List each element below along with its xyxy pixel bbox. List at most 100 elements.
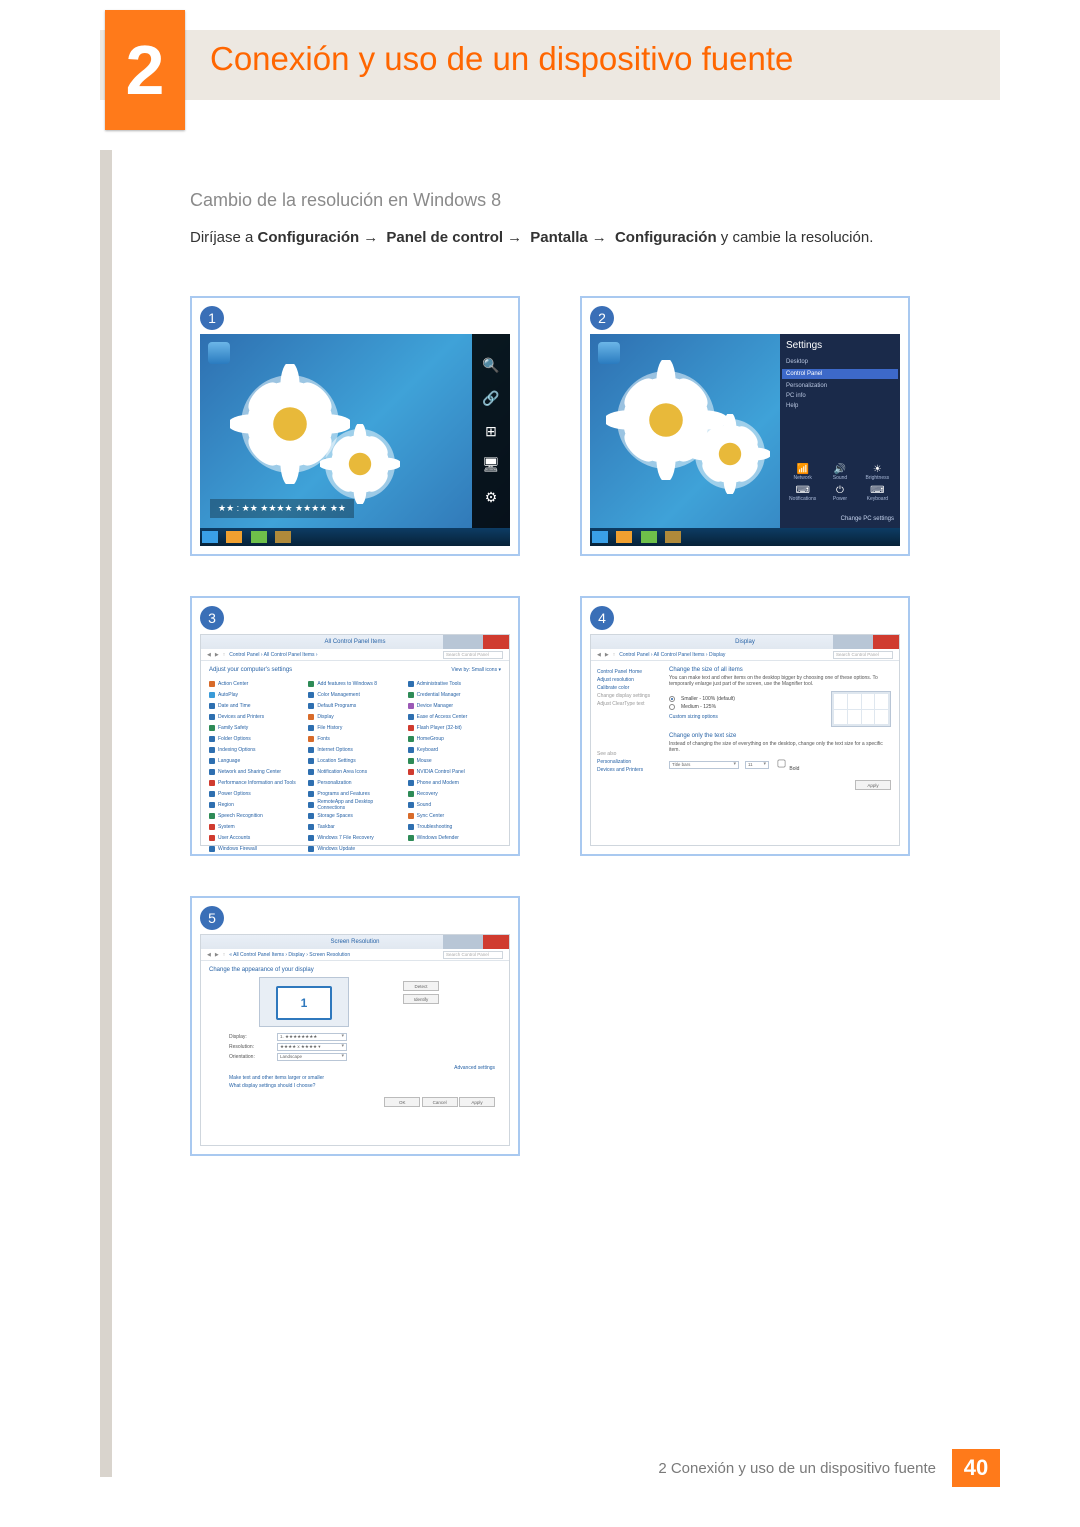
- share-icon[interactable]: 🔗: [482, 390, 499, 407]
- control-panel-item[interactable]: Internet Options: [308, 745, 401, 754]
- identify-button[interactable]: Identify: [403, 994, 439, 1004]
- field-dropdown[interactable]: ★★★★ x ★★★★ ▾: [277, 1043, 347, 1051]
- settings-quick-icon[interactable]: 📶Network: [786, 464, 819, 481]
- what-settings-link[interactable]: What display settings should I choose?: [229, 1083, 501, 1089]
- control-panel-item[interactable]: Phone and Modem: [408, 778, 501, 787]
- up-icon[interactable]: ↑: [223, 652, 226, 658]
- forward-icon[interactable]: ▶: [215, 952, 219, 958]
- search-input[interactable]: Search Control Panel: [833, 651, 893, 659]
- control-panel-item[interactable]: Windows Defender: [408, 833, 501, 842]
- control-panel-item[interactable]: Language: [209, 756, 302, 765]
- leftnav-link[interactable]: Adjust resolution: [597, 677, 655, 683]
- taskbar-explorer-icon[interactable]: [616, 531, 632, 543]
- control-panel-item[interactable]: Date and Time: [209, 701, 302, 710]
- forward-icon[interactable]: ▶: [605, 652, 609, 658]
- control-panel-item[interactable]: Notification Area Icons: [308, 767, 401, 776]
- ok-button[interactable]: OK: [384, 1097, 420, 1107]
- control-panel-item[interactable]: Device Manager: [408, 701, 501, 710]
- control-panel-item[interactable]: Fonts: [308, 734, 401, 743]
- control-panel-item[interactable]: Taskbar: [308, 822, 401, 831]
- control-panel-item[interactable]: Sync Center: [408, 811, 501, 820]
- advanced-settings-link[interactable]: Advanced settings: [209, 1065, 495, 1071]
- control-panel-item[interactable]: Performance Information and Tools: [209, 778, 302, 787]
- search-input[interactable]: Search Control Panel: [443, 651, 503, 659]
- taskbar-app-icon[interactable]: [275, 531, 291, 543]
- settings-quick-icon[interactable]: ⌨Keyboard: [861, 485, 894, 502]
- control-panel-item[interactable]: Devices and Printers: [209, 712, 302, 721]
- control-panel-item[interactable]: Region: [209, 800, 302, 809]
- forward-icon[interactable]: ▶: [215, 652, 219, 658]
- cancel-button[interactable]: Cancel: [422, 1097, 458, 1107]
- start-icon[interactable]: ⊞: [485, 423, 497, 440]
- control-panel-item[interactable]: Windows 7 File Recovery: [308, 833, 401, 842]
- apply-button[interactable]: Apply: [855, 780, 891, 790]
- control-panel-item[interactable]: File History: [308, 723, 401, 732]
- see-also-link[interactable]: Devices and Printers: [597, 767, 655, 773]
- control-panel-item[interactable]: HomeGroup: [408, 734, 501, 743]
- item-dropdown[interactable]: Title bars: [669, 761, 739, 769]
- devices-icon[interactable]: 🖥: [482, 456, 500, 473]
- minmax-buttons[interactable]: [443, 935, 483, 949]
- control-panel-item[interactable]: Keyboard: [408, 745, 501, 754]
- control-panel-item[interactable]: Network and Sharing Center: [209, 767, 302, 776]
- settings-panel-item[interactable]: Help: [786, 401, 894, 411]
- control-panel-item[interactable]: Mouse: [408, 756, 501, 765]
- control-panel-item[interactable]: AutoPlay: [209, 690, 302, 699]
- settings-quick-icon[interactable]: ☀Brightness: [861, 464, 894, 481]
- control-panel-item[interactable]: Programs and Features: [308, 789, 401, 798]
- taskbar-app-icon[interactable]: [251, 531, 267, 543]
- taskbar-app-icon[interactable]: [641, 531, 657, 543]
- control-panel-item[interactable]: Windows Update: [308, 844, 401, 853]
- close-button[interactable]: [483, 635, 509, 649]
- up-icon[interactable]: ↑: [613, 652, 616, 658]
- taskbar-app-icon[interactable]: [665, 531, 681, 543]
- settings-icon[interactable]: ⚙: [485, 489, 498, 506]
- control-panel-item[interactable]: Windows Firewall: [209, 844, 302, 853]
- minmax-buttons[interactable]: [833, 635, 873, 649]
- size-dropdown[interactable]: 11: [745, 761, 769, 769]
- control-panel-item[interactable]: User Accounts: [209, 833, 302, 842]
- custom-sizing-link[interactable]: Custom sizing options: [669, 714, 718, 720]
- control-panel-item[interactable]: Storage Spaces: [308, 811, 401, 820]
- back-icon[interactable]: ◀: [207, 652, 211, 658]
- control-panel-item[interactable]: Indexing Options: [209, 745, 302, 754]
- control-panel-item[interactable]: Personalization: [308, 778, 401, 787]
- bold-checkbox[interactable]: [778, 760, 786, 768]
- make-text-larger-link[interactable]: Make text and other items larger or smal…: [229, 1075, 501, 1081]
- control-panel-item[interactable]: Credential Manager: [408, 690, 501, 699]
- radio-medium[interactable]: [669, 704, 675, 710]
- settings-quick-icon[interactable]: 🔊Sound: [823, 464, 856, 481]
- radio-smaller[interactable]: [669, 696, 675, 702]
- breadcrumb-path[interactable]: Control Panel › All Control Panel Items …: [229, 652, 317, 658]
- control-panel-item[interactable]: Location Settings: [308, 756, 401, 765]
- control-panel-item[interactable]: RemoteApp and Desktop Connections: [308, 800, 401, 809]
- settings-panel-item[interactable]: Control Panel: [782, 369, 898, 379]
- field-dropdown[interactable]: 1. ★★★★★★★★: [277, 1033, 347, 1041]
- close-button[interactable]: [873, 635, 899, 649]
- control-panel-item[interactable]: Family Safety: [209, 723, 302, 732]
- up-icon[interactable]: ↑: [223, 952, 226, 958]
- detect-button[interactable]: Detect: [403, 981, 439, 991]
- view-by-dropdown[interactable]: View by: Small icons ▾: [209, 667, 501, 677]
- apply-button[interactable]: Apply: [459, 1097, 495, 1107]
- control-panel-item[interactable]: Display: [308, 712, 401, 721]
- control-panel-item[interactable]: Recovery: [408, 789, 501, 798]
- breadcrumb-path[interactable]: « All Control Panel Items › Display › Sc…: [229, 952, 350, 958]
- leftnav-link[interactable]: Calibrate color: [597, 685, 655, 691]
- leftnav-link[interactable]: Control Panel Home: [597, 669, 655, 675]
- back-icon[interactable]: ◀: [207, 952, 211, 958]
- leftnav-link[interactable]: Change display settings: [597, 693, 655, 699]
- control-panel-item[interactable]: NVIDIA Control Panel: [408, 767, 501, 776]
- control-panel-item[interactable]: Default Programs: [308, 701, 401, 710]
- close-button[interactable]: [483, 935, 509, 949]
- control-panel-item[interactable]: Troubleshooting: [408, 822, 501, 831]
- minmax-buttons[interactable]: [443, 635, 483, 649]
- back-icon[interactable]: ◀: [597, 652, 601, 658]
- taskbar-explorer-icon[interactable]: [226, 531, 242, 543]
- settings-panel-item[interactable]: PC info: [786, 391, 894, 401]
- leftnav-link[interactable]: Adjust ClearType text: [597, 701, 655, 707]
- settings-quick-icon[interactable]: ⌨Notifications: [786, 485, 819, 502]
- control-panel-item[interactable]: Flash Player (32-bit): [408, 723, 501, 732]
- taskbar-ie-icon[interactable]: [202, 531, 218, 543]
- change-pc-settings-link[interactable]: Change PC settings: [841, 516, 894, 522]
